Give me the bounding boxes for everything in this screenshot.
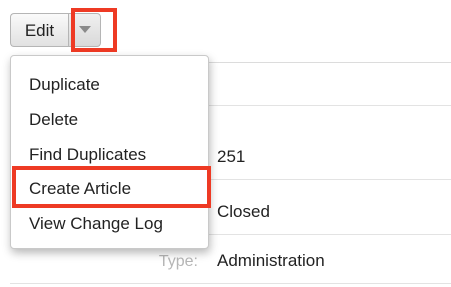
edit-button[interactable]: Edit bbox=[10, 13, 68, 47]
detail-value-status: Closed bbox=[217, 202, 270, 221]
actions-dropdown-toggle[interactable] bbox=[68, 13, 101, 47]
menu-item-duplicate[interactable]: Duplicate bbox=[29, 75, 100, 95]
detail-value-number: 251 bbox=[217, 147, 246, 166]
menu-item-delete[interactable]: Delete bbox=[29, 110, 78, 130]
edit-split-button: Edit bbox=[10, 13, 101, 49]
detail-value-type: Administration bbox=[217, 251, 325, 270]
menu-item-find-duplicates[interactable]: Find Duplicates bbox=[29, 145, 146, 165]
record-view-page: 251 Closed Type: Administration Edit Dup… bbox=[0, 0, 451, 287]
detail-label-type: Type: bbox=[158, 253, 198, 270]
chevron-down-icon bbox=[78, 26, 91, 33]
menu-item-view-change-log[interactable]: View Change Log bbox=[29, 214, 163, 234]
menu-item-create-article[interactable]: Create Article bbox=[29, 179, 131, 199]
actions-dropdown-menu: Duplicate Delete Find Duplicates Create … bbox=[10, 55, 209, 249]
